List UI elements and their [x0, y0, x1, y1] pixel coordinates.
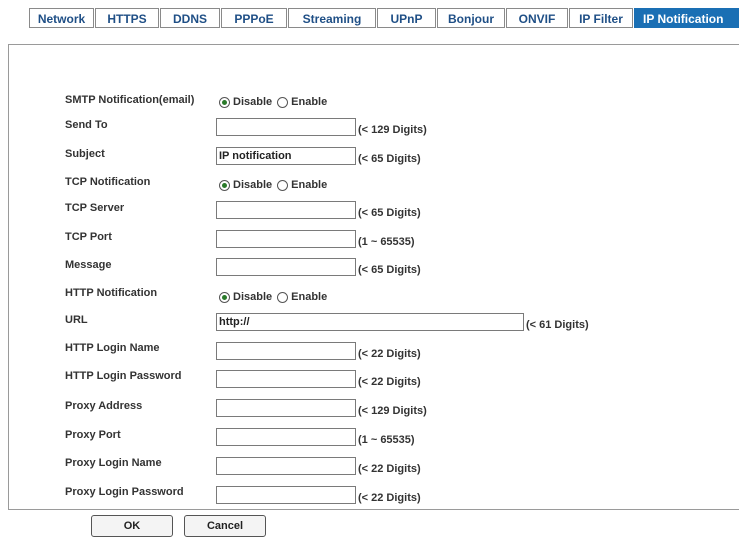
message-hint: (< 65 Digits) — [358, 264, 421, 276]
tcp-port-hint: (1 ~ 65535) — [358, 236, 415, 248]
http-enable-radio[interactable] — [277, 291, 289, 303]
tcp-notification-label: TCP Notification — [65, 176, 151, 188]
tcp-disable-radio[interactable] — [219, 179, 230, 191]
smtp-disable-label: Disable — [233, 96, 273, 108]
proxy-port-input[interactable] — [216, 428, 356, 446]
proxy-login-name-input[interactable] — [216, 457, 356, 475]
proxy-address-label: Proxy Address — [65, 400, 143, 412]
url-input[interactable] — [216, 313, 524, 331]
tcp-disable-label: Disable — [233, 179, 273, 191]
http-login-name-hint: (< 22 Digits) — [358, 348, 421, 360]
subject-label: Subject — [65, 148, 105, 160]
smtp-notification-label: SMTP Notification(email) — [65, 94, 195, 106]
tab-https[interactable]: HTTPS — [95, 8, 159, 28]
smtp-enable-label: Enable — [291, 96, 328, 108]
tcp-server-hint: (< 65 Digits) — [358, 207, 421, 219]
tcp-server-input[interactable] — [216, 201, 356, 219]
proxy-port-label: Proxy Port — [65, 429, 121, 441]
tab-streaming[interactable]: Streaming — [288, 8, 376, 28]
tab-network[interactable]: Network — [29, 8, 94, 28]
http-notification-radio-group: Disable Enable — [219, 290, 332, 304]
proxy-address-hint: (< 129 Digits) — [358, 405, 427, 417]
tab-bonjour[interactable]: Bonjour — [437, 8, 505, 28]
tab-onvif[interactable]: ONVIF — [506, 8, 568, 28]
send-to-input[interactable] — [216, 118, 356, 136]
smtp-enable-radio[interactable] — [277, 96, 289, 108]
message-input[interactable] — [216, 258, 356, 276]
send-to-hint: (< 129 Digits) — [358, 124, 427, 136]
url-hint: (< 61 Digits) — [526, 319, 589, 331]
proxy-login-name-label: Proxy Login Name — [65, 457, 162, 469]
tab-ddns[interactable]: DDNS — [160, 8, 220, 28]
url-label: URL — [65, 314, 88, 326]
http-disable-label: Disable — [233, 291, 273, 303]
tcp-port-input[interactable] — [216, 230, 356, 248]
subject-hint: (< 65 Digits) — [358, 153, 421, 165]
proxy-login-name-hint: (< 22 Digits) — [358, 463, 421, 475]
smtp-notification-radio-group: Disable Enable — [219, 95, 332, 109]
http-notification-label: HTTP Notification — [65, 287, 158, 299]
http-login-name-label: HTTP Login Name — [65, 342, 160, 354]
http-login-name-input[interactable] — [216, 342, 356, 360]
message-label: Message — [65, 259, 112, 271]
subject-input[interactable] — [216, 147, 356, 165]
tcp-enable-radio[interactable] — [277, 179, 289, 191]
tab-pppoe[interactable]: PPPoE — [221, 8, 287, 28]
tcp-notification-radio-group: Disable Enable — [219, 178, 332, 192]
http-enable-label: Enable — [291, 291, 328, 303]
tcp-enable-label: Enable — [291, 179, 328, 191]
smtp-disable-radio[interactable] — [219, 96, 230, 108]
tab-upnp[interactable]: UPnP — [377, 8, 436, 28]
http-login-password-hint: (< 22 Digits) — [358, 376, 421, 388]
http-login-password-label: HTTP Login Password — [65, 370, 182, 382]
tab-ip-notification[interactable]: IP Notification — [634, 8, 739, 28]
tcp-port-label: TCP Port — [65, 231, 112, 243]
http-login-password-input[interactable] — [216, 370, 356, 388]
tab-ip-filter[interactable]: IP Filter — [569, 8, 633, 28]
tcp-server-label: TCP Server — [65, 202, 125, 214]
proxy-login-password-input[interactable] — [216, 486, 356, 504]
http-disable-radio[interactable] — [219, 291, 230, 303]
proxy-address-input[interactable] — [216, 399, 356, 417]
send-to-label: Send To — [65, 119, 108, 131]
proxy-login-password-hint: (< 22 Digits) — [358, 492, 421, 504]
proxy-login-password-label: Proxy Login Password — [65, 486, 184, 498]
proxy-port-hint: (1 ~ 65535) — [358, 434, 415, 446]
